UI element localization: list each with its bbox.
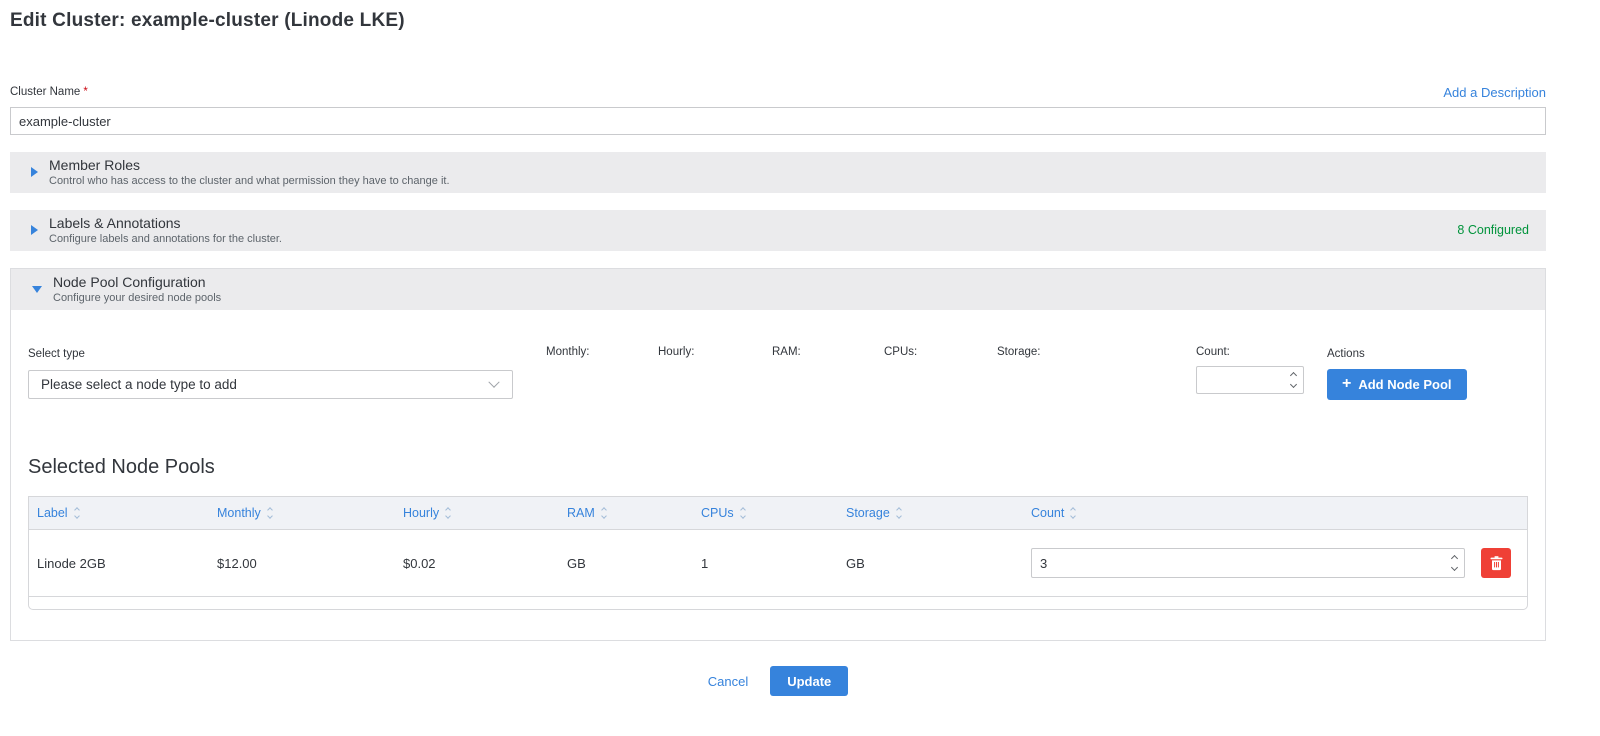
add-node-pool-button[interactable]: + Add Node Pool bbox=[1327, 369, 1467, 400]
node-pool-config-text: Node Pool Configuration Configure your d… bbox=[53, 274, 221, 304]
sort-icon bbox=[268, 508, 272, 518]
stepper-down-icon bbox=[1290, 381, 1297, 388]
node-pool-config-subtitle: Configure your desired node pools bbox=[53, 292, 221, 304]
hourly-stat-label: Hourly: bbox=[658, 344, 772, 358]
cpus-stat-label: CPUs: bbox=[884, 344, 997, 358]
collapse-down-icon bbox=[32, 286, 42, 293]
section-member-roles[interactable]: Member Roles Control who has access to t… bbox=[10, 152, 1546, 193]
expand-right-icon bbox=[31, 225, 38, 235]
sort-icon bbox=[446, 508, 450, 518]
row-count-input-wrap bbox=[1031, 548, 1465, 578]
row-label-cell: Linode 2GB bbox=[29, 556, 209, 571]
stepper-up-icon bbox=[1290, 372, 1297, 379]
cluster-name-label-wrap: Cluster Name* bbox=[10, 82, 88, 100]
edit-cluster-page: Edit Cluster: example-cluster (Linode LK… bbox=[10, 10, 1546, 696]
section-labels-annotations[interactable]: Labels & Annotations Configure labels an… bbox=[10, 210, 1546, 251]
selected-node-pools-heading: Selected Node Pools bbox=[28, 456, 1528, 479]
add-description-link[interactable]: Add a Description bbox=[1443, 85, 1546, 100]
actions-column: Actions + Add Node Pool bbox=[1327, 344, 1467, 400]
column-header-hourly-text: Hourly bbox=[403, 506, 439, 520]
column-header-ram-text: RAM bbox=[567, 506, 595, 520]
row-count-input[interactable] bbox=[1032, 556, 1448, 571]
storage-stat-label: Storage: bbox=[997, 344, 1196, 358]
chevron-down-icon bbox=[488, 376, 499, 387]
stepper-down-icon bbox=[1451, 564, 1458, 571]
column-header-monthly[interactable]: Monthly bbox=[209, 506, 395, 520]
row-count-cell bbox=[1023, 548, 1527, 578]
node-pool-config-title: Node Pool Configuration bbox=[53, 274, 221, 290]
table-header-row: Label Monthly Hourly RAM bbox=[29, 497, 1527, 530]
column-header-storage-text: Storage bbox=[846, 506, 890, 520]
column-header-label[interactable]: Label bbox=[29, 506, 209, 520]
count-input-wrap bbox=[1196, 366, 1304, 394]
labels-annotations-header[interactable]: Labels & Annotations Configure labels an… bbox=[10, 210, 1546, 251]
sort-icon bbox=[75, 508, 79, 518]
sort-icon bbox=[1071, 508, 1075, 518]
node-pool-config-header[interactable]: Node Pool Configuration Configure your d… bbox=[11, 269, 1545, 310]
row-storage-cell: GB bbox=[838, 556, 1023, 571]
node-type-select[interactable]: Please select a node type to add bbox=[28, 370, 513, 399]
labels-annotations-subtitle: Configure labels and annotations for the… bbox=[49, 233, 282, 245]
row-cpus-cell: 1 bbox=[693, 556, 838, 571]
column-header-cpus[interactable]: CPUs bbox=[693, 506, 838, 520]
configured-count-badge: 8 Configured bbox=[1457, 223, 1529, 237]
column-header-monthly-text: Monthly bbox=[217, 506, 261, 520]
column-header-hourly[interactable]: Hourly bbox=[395, 506, 559, 520]
count-input[interactable] bbox=[1197, 373, 1287, 388]
count-label: Count: bbox=[1196, 346, 1230, 358]
expand-right-icon bbox=[31, 167, 38, 177]
column-header-label-text: Label bbox=[37, 506, 68, 520]
member-roles-subtitle: Control who has access to the cluster an… bbox=[49, 175, 450, 187]
sort-icon bbox=[602, 508, 606, 518]
row-count-stepper[interactable] bbox=[1448, 556, 1464, 570]
count-column: Count: bbox=[1196, 344, 1327, 394]
actions-label: Actions bbox=[1327, 348, 1365, 360]
delete-pool-button[interactable] bbox=[1481, 548, 1511, 578]
column-header-storage[interactable]: Storage bbox=[838, 506, 1023, 520]
trash-icon bbox=[1490, 556, 1503, 571]
member-roles-header[interactable]: Member Roles Control who has access to t… bbox=[10, 152, 1546, 193]
member-roles-text: Member Roles Control who has access to t… bbox=[49, 157, 450, 187]
select-type-label: Select type bbox=[28, 348, 85, 360]
add-node-pool-button-label: Add Node Pool bbox=[1358, 377, 1451, 392]
table-footer-strip bbox=[29, 597, 1527, 609]
stepper-up-icon bbox=[1451, 555, 1458, 562]
cancel-button[interactable]: Cancel bbox=[708, 674, 748, 689]
cluster-name-input[interactable] bbox=[10, 107, 1546, 135]
labels-annotations-title: Labels & Annotations bbox=[49, 215, 282, 231]
cluster-name-row: Cluster Name* Add a Description bbox=[10, 82, 1546, 100]
row-hourly-cell: $0.02 bbox=[395, 556, 559, 571]
column-header-count[interactable]: Count bbox=[1023, 506, 1527, 520]
sort-icon bbox=[897, 508, 901, 518]
column-header-cpus-text: CPUs bbox=[701, 506, 734, 520]
ram-stat-label: RAM: bbox=[772, 344, 884, 358]
required-asterisk: * bbox=[83, 86, 87, 98]
update-button[interactable]: Update bbox=[770, 666, 848, 696]
page-title: Edit Cluster: example-cluster (Linode LK… bbox=[10, 10, 1546, 32]
row-ram-cell: GB bbox=[559, 556, 693, 571]
plus-icon: + bbox=[1342, 376, 1351, 392]
select-type-column: Select type Please select a node type to… bbox=[28, 344, 513, 399]
sort-icon bbox=[741, 508, 745, 518]
section-node-pool-configuration: Node Pool Configuration Configure your d… bbox=[10, 268, 1546, 641]
monthly-stat-label: Monthly: bbox=[546, 344, 658, 358]
labels-annotations-text: Labels & Annotations Configure labels an… bbox=[49, 215, 282, 245]
member-roles-title: Member Roles bbox=[49, 157, 450, 173]
row-monthly-cell: $12.00 bbox=[209, 556, 395, 571]
add-node-pool-row: Select type Please select a node type to… bbox=[28, 344, 1528, 400]
column-header-ram[interactable]: RAM bbox=[559, 506, 693, 520]
node-type-select-value: Please select a node type to add bbox=[41, 377, 237, 392]
form-footer: Cancel Update bbox=[10, 666, 1546, 696]
selected-node-pools-table: Label Monthly Hourly RAM bbox=[28, 496, 1528, 610]
column-header-count-text: Count bbox=[1031, 506, 1064, 520]
count-stepper[interactable] bbox=[1287, 373, 1303, 387]
table-row: Linode 2GB $12.00 $0.02 GB 1 GB bbox=[29, 530, 1527, 597]
cluster-name-label: Cluster Name bbox=[10, 86, 80, 98]
node-pool-config-content: Select type Please select a node type to… bbox=[11, 310, 1545, 640]
